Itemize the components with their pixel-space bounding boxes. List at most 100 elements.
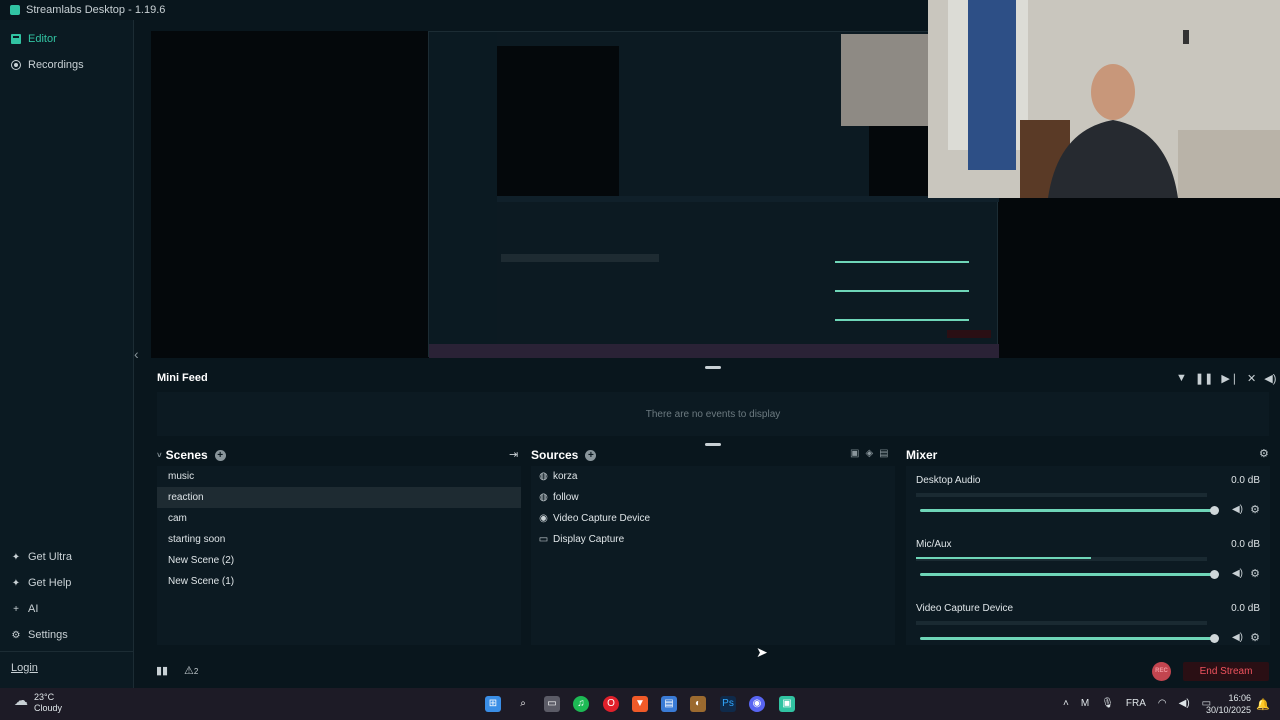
source-label: Display Capture bbox=[553, 534, 625, 545]
group-icon[interactable]: ◈ bbox=[865, 448, 873, 459]
minifeed-empty-message: There are no events to display bbox=[645, 408, 781, 420]
gear-icon[interactable]: ⚙ bbox=[1250, 567, 1260, 580]
notification-bell-icon[interactable]: 🔔 bbox=[1256, 698, 1270, 711]
volume-meter bbox=[916, 621, 1207, 625]
editor-icon bbox=[11, 34, 21, 44]
add-scene-button[interactable]: + bbox=[214, 449, 226, 461]
add-source-button[interactable]: + bbox=[585, 449, 597, 461]
filter-icon[interactable]: ▼ bbox=[1176, 372, 1187, 385]
volume-slider-knob[interactable] bbox=[1210, 506, 1219, 515]
scene-item[interactable]: music bbox=[157, 466, 521, 487]
login-link[interactable]: Login bbox=[11, 662, 38, 674]
speaker-icon[interactable]: ◀) bbox=[1179, 698, 1190, 709]
scenes-header: ˅ Scenes + bbox=[157, 448, 226, 462]
mixer-channel-db: 0.0 dB bbox=[1231, 475, 1260, 486]
mixer-channel-name: Desktop Audio bbox=[916, 475, 981, 486]
source-item[interactable]: ◉ Video Capture Device bbox=[531, 508, 895, 529]
brave-icon[interactable]: ▼ bbox=[632, 696, 648, 712]
task-view-icon[interactable]: ▭ bbox=[544, 696, 560, 712]
source-item[interactable]: ▭ Display Capture bbox=[531, 529, 895, 550]
preview-nested-capture bbox=[428, 31, 999, 358]
volume-slider[interactable] bbox=[920, 634, 1219, 643]
minifeed-resize-handle[interactable] bbox=[705, 366, 721, 369]
help-icon: ✦ bbox=[11, 577, 21, 589]
mute-alerts-icon[interactable]: ✕ bbox=[1247, 372, 1256, 385]
folder-icon[interactable]: ▤ bbox=[879, 448, 888, 459]
globe-icon: ◍ bbox=[539, 471, 548, 482]
speaker-icon[interactable]: ◀) bbox=[1232, 568, 1243, 579]
opera-icon[interactable]: O bbox=[603, 696, 619, 712]
volume-slider[interactable] bbox=[920, 570, 1219, 579]
sidebar-item-editor[interactable]: Editor bbox=[0, 26, 133, 52]
speaker-icon[interactable]: ◀) bbox=[1232, 632, 1243, 643]
sidebar-item-recordings[interactable]: Recordings bbox=[0, 52, 133, 78]
volume-icon[interactable]: ◀) bbox=[1264, 372, 1276, 385]
performance-stats-icon[interactable]: ▮▮ bbox=[156, 664, 168, 677]
sidebar-item-label: Recordings bbox=[28, 59, 84, 71]
scene-item[interactable]: New Scene (2) bbox=[157, 550, 521, 571]
minifeed-title: Mini Feed bbox=[157, 372, 208, 384]
sidebar-item-label: Settings bbox=[28, 629, 68, 641]
malwarebytes-icon[interactable]: M bbox=[1081, 698, 1089, 709]
clock-time: 16:06 bbox=[1228, 693, 1251, 703]
scene-transitions-icon[interactable]: ⇥ bbox=[509, 448, 518, 461]
mixer-channels: Desktop Audio 0.0 dB ◀) ⚙ Mic/Aux 0.0 dB ◀) ⚙ Vi… bbox=[906, 466, 1270, 645]
gear-icon: ⚙ bbox=[11, 629, 21, 641]
language-indicator[interactable]: FRA bbox=[1126, 698, 1146, 709]
sources-list: ◍ korza ◍ follow ◉ Video Capture Device ▭ Displ… bbox=[531, 466, 895, 645]
pause-icon[interactable]: ❚❚ bbox=[1195, 372, 1213, 385]
sidebar-item-get-ultra[interactable]: ✦ Get Ultra bbox=[0, 544, 134, 570]
volume-slider-knob[interactable] bbox=[1210, 634, 1219, 643]
windows-taskbar: ☁ 23°C Cloudy ⊞ ⌕ ▭ ♫ O ▼ ▤ ◐ Ps ◉ ▣ ˄ M… bbox=[0, 688, 1280, 720]
mixer-settings-gear-icon[interactable]: ⚙ bbox=[1259, 447, 1269, 460]
gear-icon[interactable]: ⚙ bbox=[1250, 631, 1260, 644]
photoshop-icon[interactable]: Ps bbox=[720, 696, 736, 712]
mixer-channel: Desktop Audio 0.0 dB ◀) ⚙ bbox=[906, 466, 1270, 528]
weather-temp: 23°C bbox=[34, 692, 55, 702]
sidebar-item-settings[interactable]: ⚙ Settings bbox=[0, 622, 134, 648]
speaker-icon[interactable]: ◀) bbox=[1232, 504, 1243, 515]
volume-slider-knob[interactable] bbox=[1210, 570, 1219, 579]
sidebar-item-ai[interactable]: + AI bbox=[0, 596, 134, 622]
scene-item[interactable]: cam bbox=[157, 508, 521, 529]
source-item[interactable]: ◍ korza bbox=[531, 466, 895, 487]
skip-icon[interactable]: ▶❘ bbox=[1221, 372, 1239, 385]
webcam-icon: ◉ bbox=[539, 513, 548, 524]
sidebar-item-get-help[interactable]: ✦ Get Help bbox=[0, 570, 134, 596]
alerts-icon[interactable]: ⚠2 bbox=[184, 664, 198, 677]
file-explorer-icon[interactable]: ▤ bbox=[661, 696, 677, 712]
streamlabs-taskbar-icon[interactable]: ▣ bbox=[779, 696, 795, 712]
scene-item[interactable]: starting soon bbox=[157, 529, 521, 550]
collapse-sidebar-chevron-icon[interactable]: ‹ bbox=[134, 346, 139, 362]
weather-widget[interactable]: ☁ 23°C Cloudy bbox=[14, 692, 62, 714]
mixer-channel-db: 0.0 dB bbox=[1231, 603, 1260, 614]
clock[interactable]: 16:06 30/10/2025 bbox=[1205, 692, 1251, 716]
docks-resize-handle[interactable] bbox=[705, 443, 721, 446]
wifi-icon[interactable]: ◠ bbox=[1158, 698, 1167, 709]
search-icon[interactable]: ⌕ bbox=[515, 696, 531, 712]
end-stream-button[interactable]: End Stream bbox=[1183, 662, 1269, 681]
globe-icon: ◍ bbox=[539, 492, 548, 503]
windows-start-icon[interactable]: ⊞ bbox=[485, 696, 501, 712]
ultra-icon: ✦ bbox=[11, 551, 21, 563]
volume-slider[interactable] bbox=[920, 506, 1219, 515]
discord-icon[interactable]: ◉ bbox=[749, 696, 765, 712]
app-icon[interactable]: ◐ bbox=[690, 696, 706, 712]
selective-recording-icon[interactable]: ▣ bbox=[850, 448, 859, 459]
spotify-icon[interactable]: ♫ bbox=[573, 696, 589, 712]
record-button[interactable]: REC bbox=[1152, 662, 1171, 681]
gear-icon[interactable]: ⚙ bbox=[1250, 503, 1260, 516]
sources-actions: ▣ ◈ ▤ bbox=[850, 448, 889, 459]
weather-desc: Cloudy bbox=[34, 703, 63, 713]
scene-item[interactable]: New Scene (1) bbox=[157, 571, 521, 592]
source-item[interactable]: ◍ follow bbox=[531, 487, 895, 508]
scenes-title: Scenes bbox=[165, 448, 208, 462]
microphone-icon[interactable]: 🎙 bbox=[1101, 698, 1114, 709]
mixer-channel-name: Mic/Aux bbox=[916, 539, 952, 550]
cloud-icon: ☁ bbox=[14, 692, 28, 708]
source-label: korza bbox=[553, 471, 578, 482]
scenes-list: music reaction cam starting soon New Scene (… bbox=[157, 466, 521, 645]
chevron-up-icon[interactable]: ˄ bbox=[1063, 698, 1069, 709]
chevron-down-icon[interactable]: ˅ bbox=[157, 451, 162, 460]
scene-item[interactable]: reaction bbox=[157, 487, 521, 508]
